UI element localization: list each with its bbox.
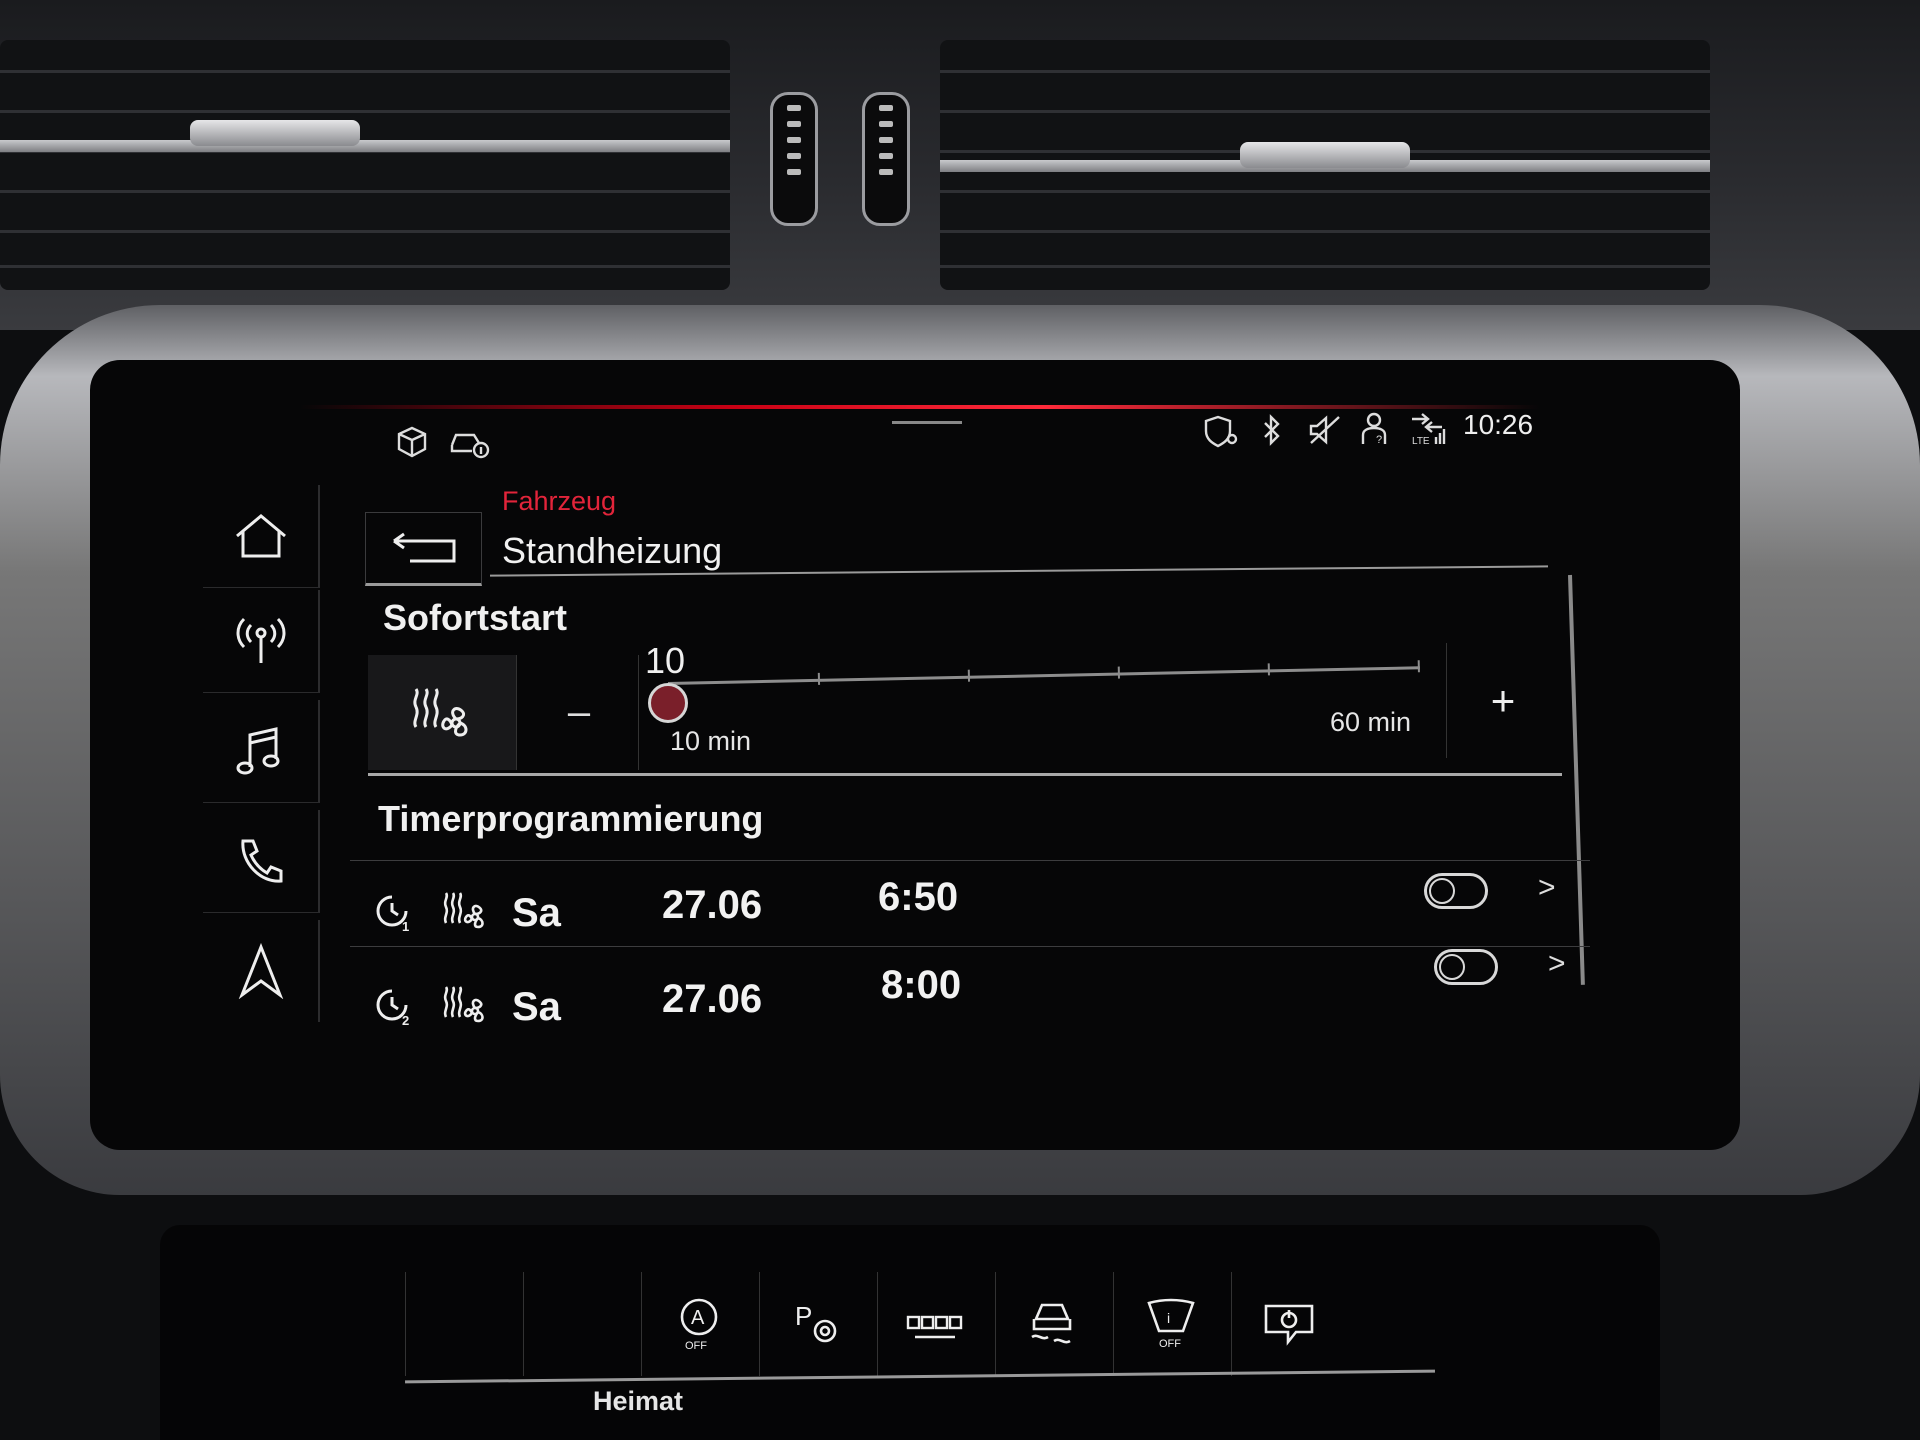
svg-text:OFF: OFF: [685, 1340, 707, 1351]
heater-fan-icon: [440, 891, 488, 931]
driver-profile-icon: ?: [1360, 411, 1392, 447]
breadcrumb[interactable]: Fahrzeug: [502, 486, 616, 517]
auto-hold-off-button[interactable]: A OFF: [641, 1272, 756, 1376]
sidebar-item-media[interactable]: [203, 700, 320, 803]
timer-date: 27.06: [662, 977, 763, 1021]
chevron-right-icon[interactable]: >: [1548, 947, 1566, 981]
timer-time: 8:00: [881, 963, 962, 1007]
page-title: Standheizung: [502, 530, 723, 571]
car-info-icon[interactable]: [448, 425, 490, 459]
auto-hold-off-icon: A OFF: [676, 1297, 722, 1351]
lte-signal-icon: LTE: [1408, 411, 1446, 447]
pull-down-handle[interactable]: [892, 421, 962, 424]
slider-max-label: 60 min: [1330, 707, 1412, 737]
timer-day: Sa: [512, 891, 561, 935]
svg-text:1: 1: [402, 919, 409, 933]
timer-time: 6:50: [878, 875, 959, 919]
bluetooth-icon: [1262, 413, 1282, 447]
dashboard-vents: [0, 0, 1920, 330]
lane-assist-off-button[interactable]: i OFF: [1113, 1272, 1228, 1376]
home-icon: [233, 512, 289, 560]
timer-row-1[interactable]: 1 Sa 27.06 6:50 >: [350, 860, 1590, 947]
timer-toggle[interactable]: [1434, 949, 1498, 985]
heater-fan-icon: [440, 985, 488, 1025]
back-arrow-icon: [390, 531, 458, 565]
park-assist-icon: P: [793, 1301, 841, 1347]
sidebar-item-phone[interactable]: [203, 810, 320, 913]
mute-icon: [1307, 413, 1343, 447]
traction-off-icon: [1028, 1301, 1078, 1347]
svg-text:A: A: [691, 1307, 705, 1329]
vent-roller-right[interactable]: [862, 92, 910, 226]
location-shield-icon: [1203, 413, 1241, 449]
chevron-right-icon[interactable]: >: [1538, 871, 1556, 905]
traction-off-button[interactable]: [995, 1272, 1110, 1376]
status-clock: 10:26: [1463, 409, 1534, 440]
navigation-arrow-icon: [238, 943, 284, 999]
duration-slider-thumb[interactable]: [648, 683, 688, 723]
vent-roller-left[interactable]: [770, 92, 818, 226]
home-destination-label: Heimat: [593, 1386, 684, 1416]
console-blank-button[interactable]: [405, 1272, 520, 1376]
back-button[interactable]: [365, 512, 482, 586]
increase-button[interactable]: +: [1446, 643, 1559, 758]
music-note-icon: [236, 723, 286, 779]
svg-text:OFF: OFF: [1159, 1338, 1181, 1350]
sofortstart-title: Sofortstart: [383, 597, 568, 638]
heater-fan-icon: [408, 683, 476, 743]
timer-section-title: Timerprogrammierung: [378, 798, 764, 839]
power-icon: [1262, 1302, 1316, 1346]
svg-text:P: P: [795, 1301, 812, 1331]
right-air-vent: [940, 40, 1710, 290]
timer-clock-icon: 2: [374, 985, 418, 1027]
svg-text:LTE: LTE: [1412, 436, 1430, 447]
decrease-button[interactable]: –: [520, 655, 639, 770]
surround-view-icon: [905, 1309, 965, 1339]
lane-assist-off-icon: i OFF: [1145, 1297, 1197, 1351]
timer-row-2[interactable]: 2 Sa 27.06 8:00 >: [350, 946, 1590, 1033]
surround-view-button[interactable]: [877, 1272, 992, 1376]
timer-date: 27.06: [662, 883, 763, 927]
package-icon[interactable]: [395, 425, 429, 459]
duration-value: 10: [645, 640, 686, 681]
sidebar-item-radio[interactable]: [203, 590, 320, 693]
console-button-rail: A OFF P i OFF: [405, 1272, 1435, 1382]
svg-text:i: i: [1167, 1310, 1170, 1326]
console-blank-button[interactable]: [523, 1272, 638, 1376]
sidebar-item-home[interactable]: [203, 485, 320, 588]
status-accent-line: [300, 405, 1540, 409]
power-button[interactable]: [1231, 1272, 1346, 1376]
slider-min-label: 10 min: [670, 726, 752, 756]
timer-clock-icon: 1: [374, 891, 418, 933]
sidebar-item-navigation[interactable]: [203, 920, 320, 1022]
park-assist-button[interactable]: P: [759, 1272, 874, 1376]
svg-text:?: ?: [1376, 434, 1382, 446]
left-air-vent: [0, 40, 730, 290]
phone-icon: [235, 835, 287, 887]
timer-toggle[interactable]: [1424, 873, 1488, 909]
heater-start-button[interactable]: [368, 655, 517, 770]
sidebar-nav: [203, 485, 323, 1040]
antenna-icon: [233, 615, 289, 667]
svg-text:2: 2: [402, 1013, 409, 1027]
timer-day: Sa: [512, 985, 561, 1029]
